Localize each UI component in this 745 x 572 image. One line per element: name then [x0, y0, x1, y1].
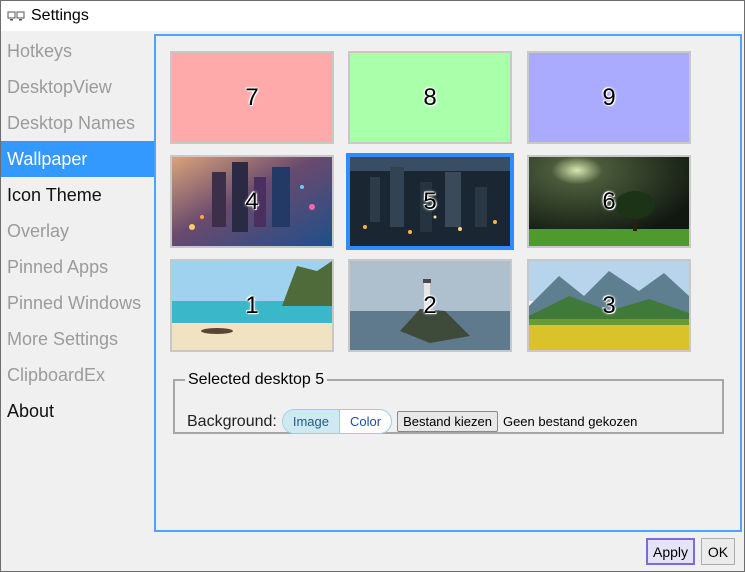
background-label: Background: — [187, 412, 277, 430]
wallpaper-tile-3[interactable]: 3 — [527, 259, 691, 352]
desktop-number: 5 — [423, 187, 437, 215]
wallpaper-tile-1[interactable]: 1 — [170, 259, 334, 352]
selected-desktop-group: Selected desktop 5 Background: Image Col… — [173, 371, 724, 434]
wallpaper-tile-5[interactable]: 5 — [346, 153, 514, 250]
desktop-number: 9 — [602, 83, 616, 111]
sidebar-item-hotkeys[interactable]: Hotkeys — [1, 33, 154, 69]
desktop-number: 8 — [423, 83, 437, 111]
sidebar-item-desktop-names[interactable]: Desktop Names — [1, 105, 154, 141]
sidebar-item-wallpaper[interactable]: Wallpaper — [1, 141, 154, 177]
desktop-number: 3 — [602, 291, 616, 319]
wallpaper-tile-4[interactable]: 4 — [170, 155, 334, 248]
wallpaper-tile-7[interactable]: 7 — [170, 51, 334, 144]
wallpaper-panel: 7 8 9 4 5 6 1 2 3 Selected desktop 5 Bac… — [154, 34, 742, 532]
desktop-number: 1 — [245, 291, 259, 319]
sidebar: Hotkeys DesktopView Desktop Names Wallpa… — [1, 33, 154, 429]
window-title: Settings — [31, 7, 89, 24]
toggle-color-option[interactable]: Color — [340, 410, 391, 433]
wallpaper-tile-8[interactable]: 8 — [348, 51, 512, 144]
wallpaper-tile-2[interactable]: 2 — [348, 259, 512, 352]
wallpaper-tile-9[interactable]: 9 — [527, 51, 691, 144]
ok-button[interactable]: OK — [701, 538, 735, 565]
sidebar-item-more-settings[interactable]: More Settings — [1, 321, 154, 357]
choose-file-button[interactable]: Bestand kiezen — [397, 411, 498, 432]
sidebar-item-icon-theme[interactable]: Icon Theme — [1, 177, 154, 213]
monitor-dual-icon — [7, 10, 25, 22]
apply-button[interactable]: Apply — [646, 538, 695, 565]
sidebar-item-desktopview[interactable]: DesktopView — [1, 69, 154, 105]
sidebar-item-overlay[interactable]: Overlay — [1, 213, 154, 249]
toggle-image-option[interactable]: Image — [282, 410, 340, 433]
desktop-number: 6 — [602, 187, 616, 215]
desktop-number: 7 — [245, 83, 259, 111]
selected-desktop-legend: Selected desktop 5 — [188, 371, 325, 388]
wallpaper-tile-6[interactable]: 6 — [527, 155, 691, 248]
sidebar-item-pinned-windows[interactable]: Pinned Windows — [1, 285, 154, 321]
sidebar-item-about[interactable]: About — [1, 393, 154, 429]
desktop-number: 2 — [423, 291, 437, 319]
sidebar-item-clipboardex[interactable]: ClipboardEx — [1, 357, 154, 393]
file-status-text: Geen bestand gekozen — [502, 414, 638, 429]
background-row: Background: Image Color Bestand kiezen G… — [187, 409, 637, 434]
sidebar-item-pinned-apps[interactable]: Pinned Apps — [1, 249, 154, 285]
background-type-toggle: Image Color — [281, 409, 393, 434]
desktop-number: 4 — [245, 187, 259, 215]
title-bar[interactable]: Settings — [1, 1, 744, 31]
settings-window: Settings Hotkeys DesktopView Desktop Nam… — [0, 0, 745, 572]
